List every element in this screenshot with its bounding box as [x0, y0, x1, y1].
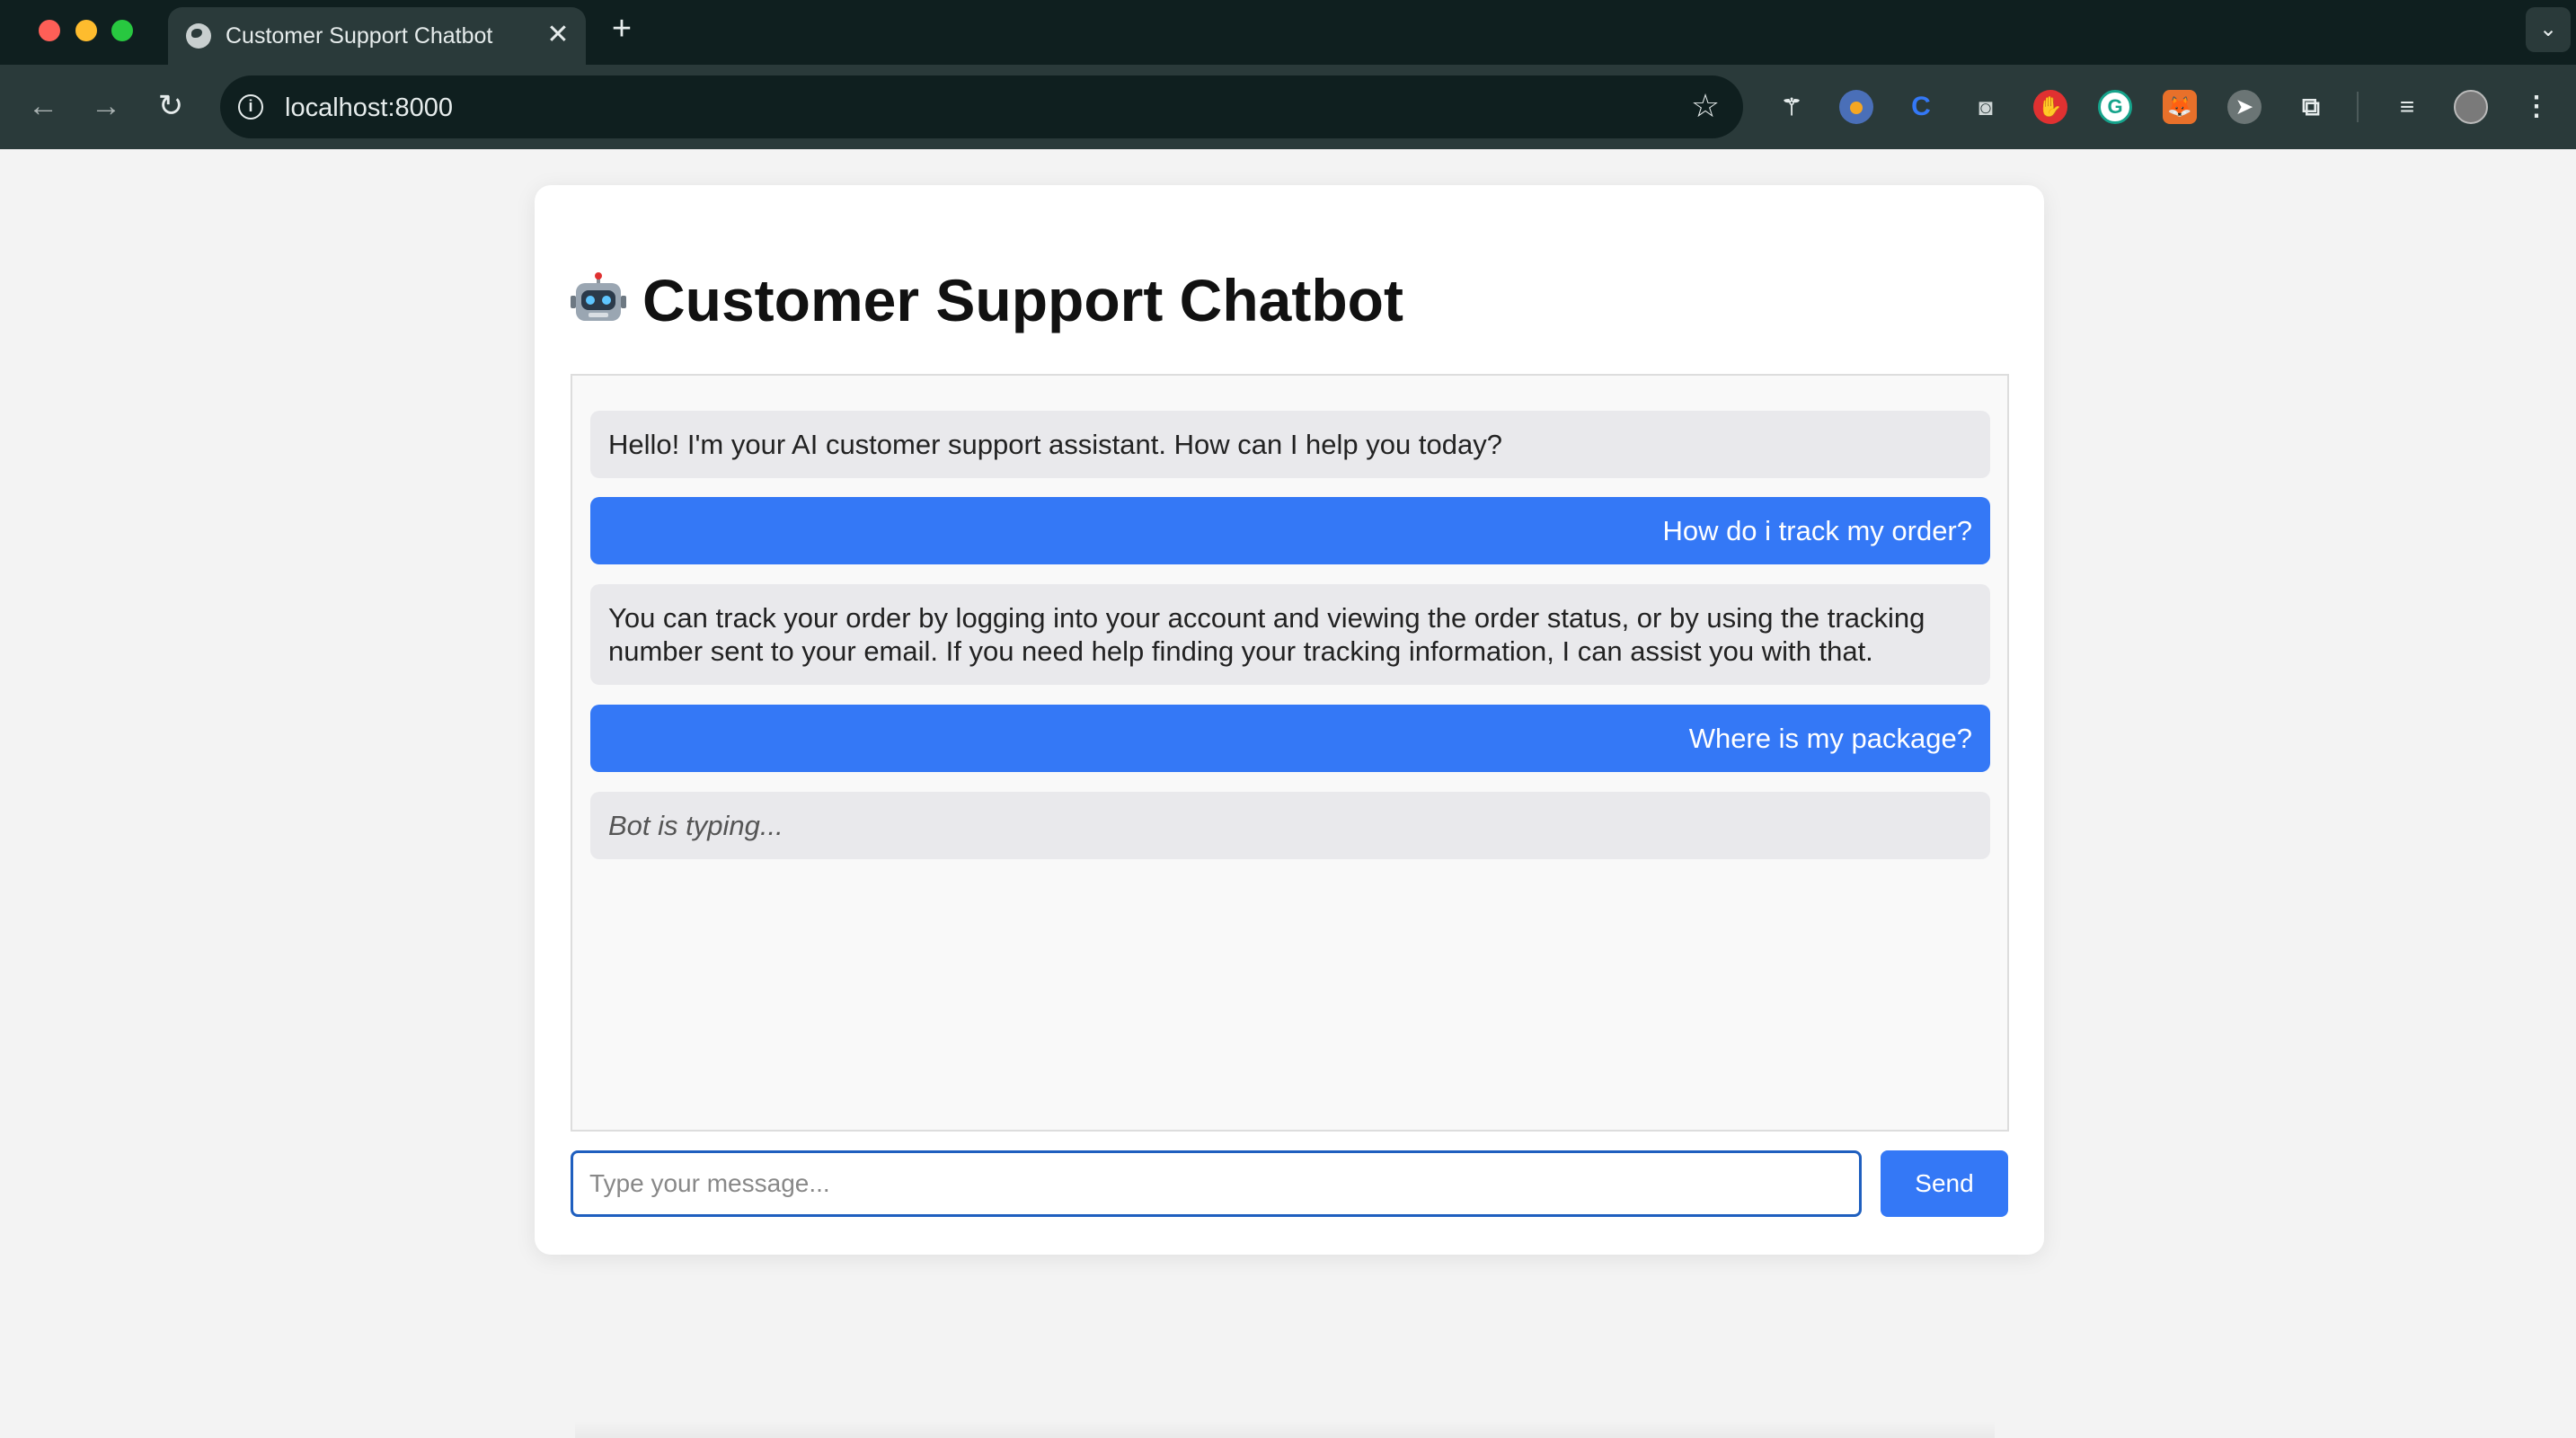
media-icon[interactable]: ≡ [2390, 90, 2424, 124]
browser-tabstrip: Customer Support Chatbot ✕ + ⌄ [0, 0, 2576, 65]
user-message: Where is my package? [590, 705, 1990, 772]
tab-title: Customer Support Chatbot [226, 23, 493, 49]
browser-toolbar: ← → ↻ i localhost:8000 ☆ ⚚ C ◙ ✋ G 🦊 ➤ ⧉… [0, 65, 2576, 149]
message-input[interactable] [571, 1150, 1862, 1217]
globe-icon [186, 23, 211, 49]
chat-messages[interactable]: Hello! I'm your AI customer support assi… [571, 374, 2009, 1132]
new-tab-button[interactable]: + [604, 11, 640, 47]
page-viewport: Customer Support Chatbot Hello! I'm your… [0, 149, 2576, 1438]
tab-search-chevron-icon[interactable]: ⌄ [2526, 7, 2571, 52]
grammarly-icon[interactable]: G [2098, 90, 2132, 124]
fox-icon[interactable]: 🦊 [2163, 90, 2197, 124]
more-menu-icon[interactable]: ⋮ [2519, 90, 2554, 124]
send-icon[interactable]: ➤ [2227, 90, 2262, 124]
hand-icon[interactable]: ✋ [2033, 90, 2067, 124]
robot-icon [571, 272, 626, 328]
puzzle-icon[interactable]: ⧉ [2294, 90, 2328, 124]
back-arrow-icon[interactable]: ← [23, 86, 63, 126]
user-message: How do i track my order? [590, 497, 1990, 564]
maximize-window-button[interactable] [111, 20, 133, 41]
url-text[interactable]: localhost:8000 [285, 93, 453, 123]
forward-arrow-icon[interactable]: → [86, 86, 126, 126]
bot-message: Hello! I'm your AI customer support assi… [590, 411, 1990, 478]
wand-icon[interactable]: ⚚ [1775, 90, 1809, 124]
compass-icon[interactable] [1839, 90, 1873, 124]
chat-card: Customer Support Chatbot Hello! I'm your… [535, 185, 2044, 1255]
profile-avatar-icon[interactable] [2454, 90, 2488, 124]
page-shadow [575, 1421, 1995, 1438]
bookmark-star-icon[interactable]: ☆ [1687, 88, 1723, 124]
info-icon[interactable]: i [238, 94, 263, 120]
toolbar-divider [2357, 92, 2359, 122]
camera-icon[interactable]: ◙ [1969, 90, 2003, 124]
bot-message: You can track your order by logging into… [590, 584, 1990, 685]
tab-close-icon[interactable]: ✕ [543, 20, 573, 50]
reload-icon[interactable]: ↻ [151, 86, 190, 126]
address-bar[interactable]: i localhost:8000 ☆ [220, 75, 1743, 138]
page-title: Customer Support Chatbot [642, 267, 1403, 333]
page-header: Customer Support Chatbot [571, 264, 1403, 336]
typing-indicator: Bot is typing... [590, 792, 1990, 859]
send-button[interactable]: Send [1881, 1150, 2008, 1217]
close-window-button[interactable] [39, 20, 60, 41]
minimize-window-button[interactable] [75, 20, 97, 41]
c-extension-icon[interactable]: C [1904, 90, 1938, 124]
browser-tab[interactable]: Customer Support Chatbot ✕ [168, 7, 586, 65]
